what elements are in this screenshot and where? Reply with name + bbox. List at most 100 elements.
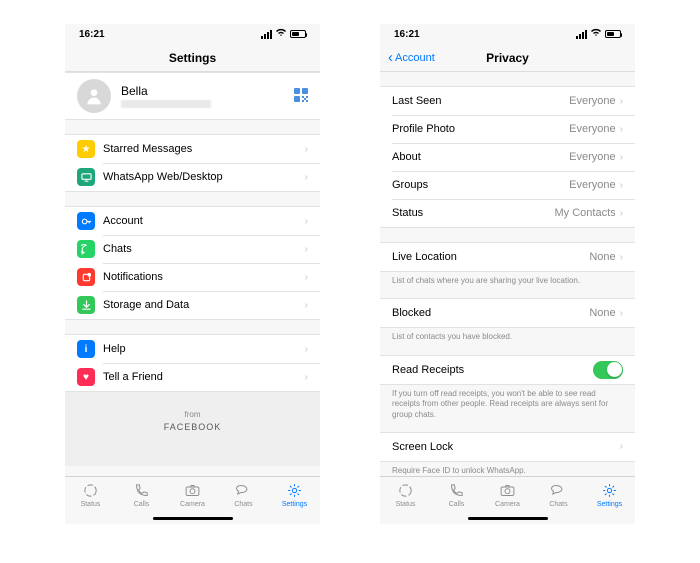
read-receipts-footer: If you turn off read receipts, you won't… [380,385,635,424]
tab-label: Camera [180,501,205,508]
row-value: Everyone [569,95,615,107]
whatsapp-web-row[interactable]: WhatsApp Web/Desktop › [65,163,320,191]
page-title: Privacy [486,51,529,65]
facebook-footer: from FACEBOOK [65,392,320,466]
row-label: Storage and Data [103,299,305,311]
privacy-content: Last Seen Everyone › Profile Photo Every… [380,72,635,476]
read-receipts-row: Read Receipts [380,356,635,384]
tab-label: Settings [597,501,622,508]
profile-status-blur [121,100,211,108]
home-indicator[interactable] [153,517,233,521]
privacy-group: Last Seen Everyone › Profile Photo Every… [380,86,635,228]
notifications-row[interactable]: Notifications › [65,263,320,291]
chevron-right-icon: › [620,152,623,163]
chevron-right-icon: › [620,308,623,319]
row-label: Account [103,215,305,227]
row-label: Groups [392,179,569,191]
settings-group-3: i Help › ♥ Tell a Friend › [65,334,320,392]
home-indicator[interactable] [468,517,548,521]
chats-row[interactable]: Chats › [65,235,320,263]
chevron-right-icon: › [305,272,308,283]
facebook-brand: FACEBOOK [65,422,320,432]
profile-name: Bella [121,84,294,98]
tab-settings[interactable]: Settings [584,477,635,524]
chevron-right-icon: › [305,244,308,255]
battery-icon [605,30,621,38]
settings-group-1: ★ Starred Messages › WhatsApp Web/Deskto… [65,134,320,192]
tab-settings[interactable]: Settings [269,477,320,524]
chat-icon [77,240,95,258]
live-location-group: Live Location None › [380,242,635,272]
heart-icon: ♥ [77,368,95,386]
status-bar: 16:21 [65,24,320,44]
groups-row[interactable]: Groups Everyone › [380,171,635,199]
tab-label: Chats [234,501,252,508]
chevron-right-icon: › [620,208,623,219]
row-label: Chats [103,243,305,255]
row-value: None [589,251,615,263]
row-label: Blocked [392,307,589,319]
row-label: Last Seen [392,95,569,107]
row-value: Everyone [569,151,615,163]
profile-row[interactable]: Bella [65,72,320,120]
row-label: Profile Photo [392,123,569,135]
status-icons [576,28,621,40]
battery-icon [290,30,306,38]
profile-text: Bella [121,84,294,108]
signal-icon [261,30,272,39]
chevron-right-icon: › [305,172,308,183]
qr-code-icon[interactable] [294,88,308,105]
status-bar: 16:21 [380,24,635,44]
row-label: Status [392,207,555,219]
row-label: Tell a Friend [103,371,305,383]
back-label: Account [395,52,435,64]
tab-label: Status [81,501,101,508]
row-label: Help [103,343,305,355]
chevron-right-icon: › [305,372,308,383]
row-value: Everyone [569,179,615,191]
back-button[interactable]: ‹ Account [388,49,435,66]
read-receipts-toggle[interactable] [593,361,623,379]
wifi-icon [275,28,287,40]
screen-lock-row[interactable]: Screen Lock › [380,433,635,461]
help-row[interactable]: i Help › [65,335,320,363]
chevron-right-icon: › [620,124,623,135]
profile-photo-row[interactable]: Profile Photo Everyone › [380,115,635,143]
last-seen-row[interactable]: Last Seen Everyone › [380,87,635,115]
chevron-right-icon: › [620,180,623,191]
key-icon [77,212,95,230]
blocked-group: Blocked None › [380,298,635,328]
about-row[interactable]: About Everyone › [380,143,635,171]
storage-icon [77,296,95,314]
tab-status[interactable]: Status [65,477,116,524]
avatar [77,79,111,113]
tab-status[interactable]: Status [380,477,431,524]
tab-label: Calls [134,501,150,508]
tab-label: Chats [549,501,567,508]
row-value: Everyone [569,123,615,135]
status-icons [261,28,306,40]
tab-label: Status [396,501,416,508]
chevron-right-icon: › [305,344,308,355]
chevron-right-icon: › [620,96,623,107]
settings-group-2: Account › Chats › Notifications › [65,206,320,320]
storage-row[interactable]: Storage and Data › [65,291,320,319]
read-receipts-group: Read Receipts [380,355,635,385]
wifi-icon [590,28,602,40]
blocked-row[interactable]: Blocked None › [380,299,635,327]
live-location-footer: List of chats where you are sharing your… [380,272,635,290]
row-label: Live Location [392,251,589,263]
chevron-right-icon: › [305,300,308,311]
status-row[interactable]: Status My Contacts › [380,199,635,227]
tab-label: Calls [449,501,465,508]
tell-friend-row[interactable]: ♥ Tell a Friend › [65,363,320,391]
nav-bar: ‹ Account Privacy [380,44,635,72]
starred-messages-row[interactable]: ★ Starred Messages › [65,135,320,163]
account-row[interactable]: Account › [65,207,320,235]
row-label: Notifications [103,271,305,283]
status-time: 16:21 [79,29,105,40]
settings-content: Bella ★ Starred Messages › WhatsApp Web/… [65,72,320,476]
info-icon: i [77,340,95,358]
live-location-row[interactable]: Live Location None › [380,243,635,271]
blocked-footer: List of contacts you have blocked. [380,328,635,346]
